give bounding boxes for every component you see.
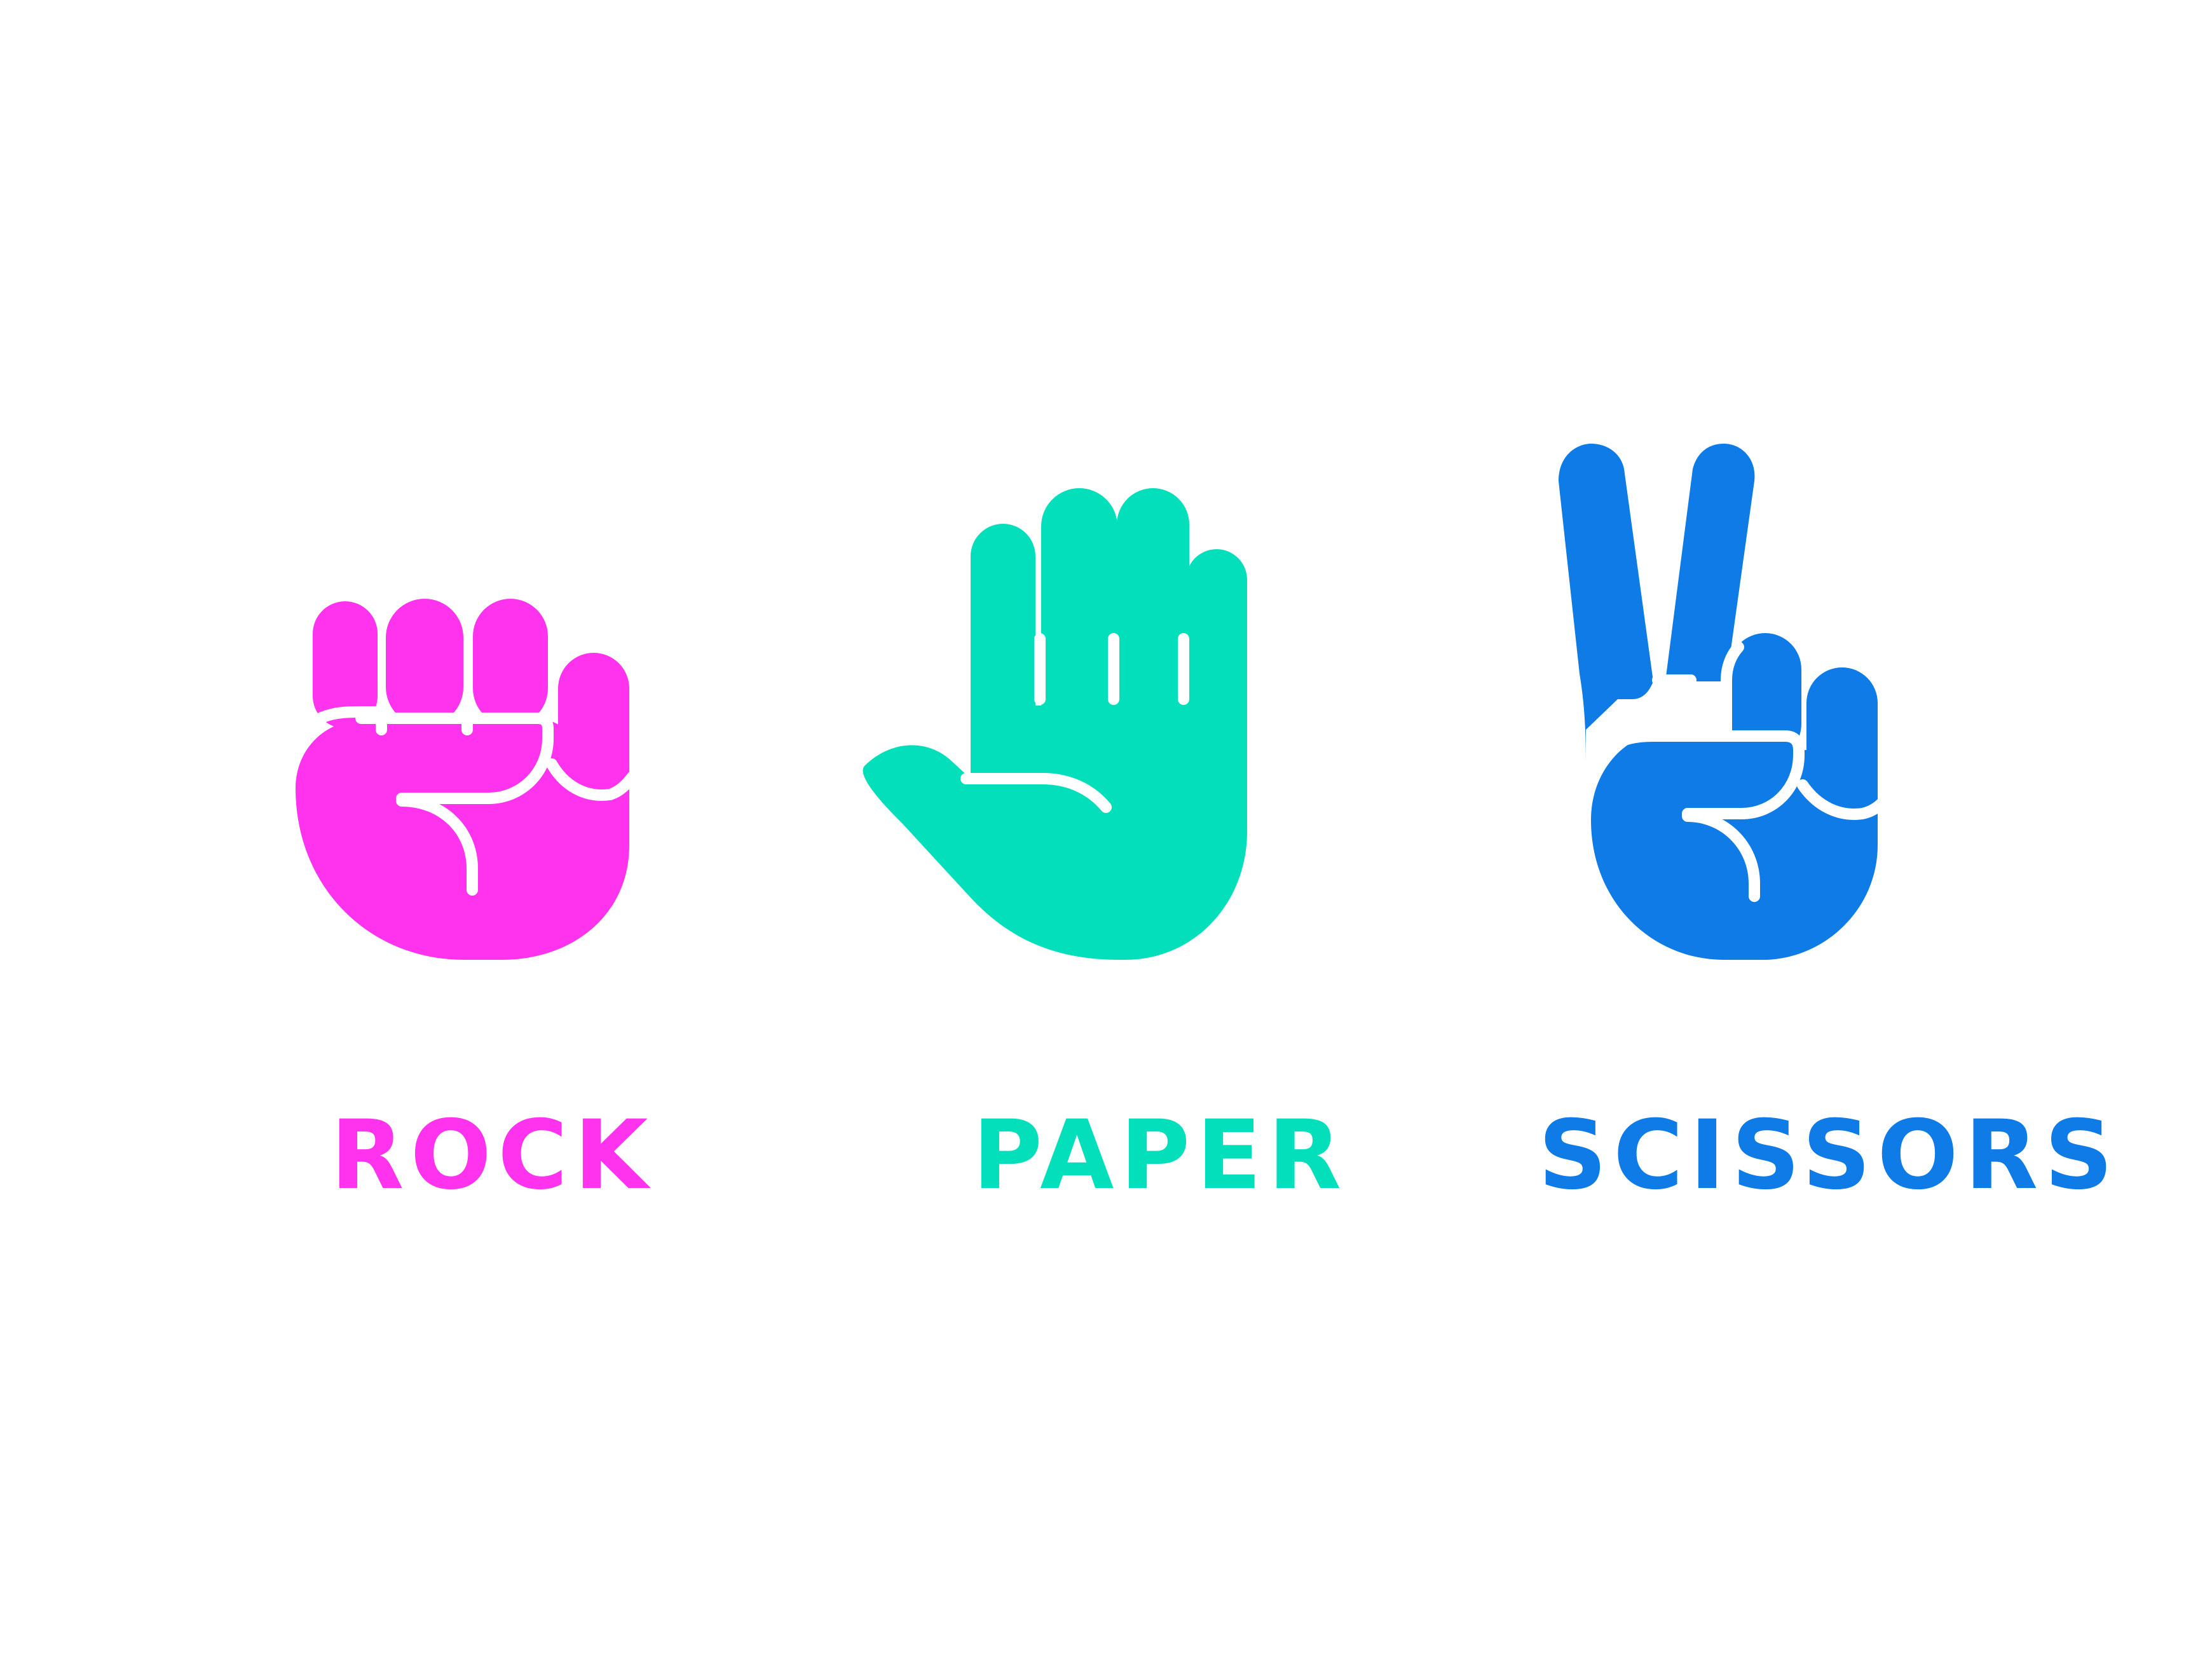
open-hand-icon	[863, 488, 1247, 960]
peace-sign-icon	[1559, 444, 1892, 960]
rock-label: ROCK	[331, 1100, 655, 1211]
scissors-label: SCISSORS	[1538, 1100, 2120, 1211]
fist-icon	[296, 599, 638, 960]
paper-label: PAPER	[973, 1100, 1348, 1211]
